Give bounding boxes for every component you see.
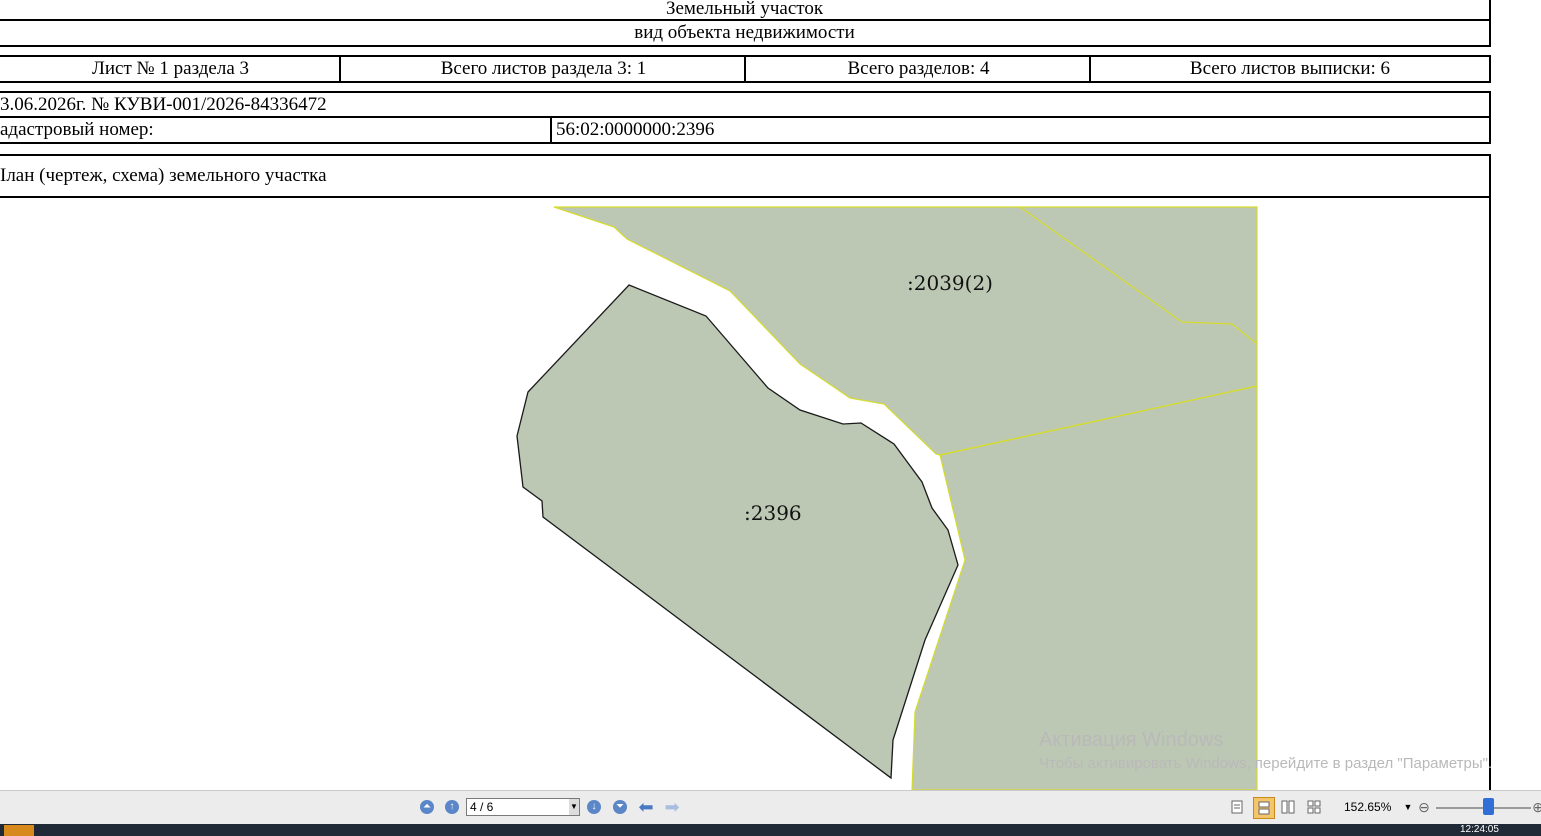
neighbor-parcel-label: :2039(2) [907,271,993,295]
forward-button[interactable]: ➡ [664,796,680,817]
sheet-info-row: Лист № 1 раздела 3 Всего листов раздела … [0,55,1491,83]
back-button[interactable]: ⬅ [638,796,654,817]
viewer-toolbar: ⏶ ↑ 4 / 6 ▼ ↓ ⏷ ⬅ ➡ 152.65% ▼ ⊖ ⊕ [0,790,1541,825]
arrow-down-icon: ↓ [587,800,601,814]
header-title-row: Земельный участок [0,0,1491,21]
zoom-out-icon: ⊖ [1418,798,1430,815]
total-sections: Всего разделов: 4 [847,58,990,79]
land-plot-map: :2039(2) :2396 [516,206,1258,790]
zoom-slider-thumb[interactable] [1483,798,1494,815]
first-page-icon: ⏶ [420,800,434,814]
zoom-level: 152.65% [1344,800,1392,814]
divider [550,118,552,142]
windows-taskbar: 12:24:05 [0,824,1541,836]
watermark-text: Чтобы активировать Windows, перейдите в … [1039,755,1493,772]
two-page-view-button[interactable] [1280,799,1296,815]
page-number-input[interactable]: 4 / 6 ▼ [466,798,580,816]
cadastral-label: адастровый номер: [0,119,154,140]
header-subtitle-row: вид объекта недвижимости [0,19,1491,47]
chevron-down-icon[interactable]: ▼ [569,799,579,815]
first-page-button[interactable]: ⏶ [419,799,435,815]
last-page-icon: ⏷ [613,800,627,814]
arrow-up-icon: ↑ [445,800,459,814]
zoom-out-button[interactable]: ⊖ [1416,799,1432,815]
total-sheets-section: Всего листов раздела 3: 1 [440,58,647,79]
cadastral-row: адастровый номер: 56:02:0000000:2396 [0,116,1491,144]
date-number-row: 3.06.2026г. № КУВИ-001/2026-84336472 [0,91,1491,118]
zoom-in-button[interactable]: ⊕ [1530,799,1541,815]
parcel-label: :2396 [744,501,802,525]
thumbnails-view-button[interactable] [1306,799,1322,815]
chevron-down-icon: ▼ [1403,802,1413,812]
windows-activation-watermark: Активация Windows Чтобы активировать Win… [1039,729,1492,772]
start-button[interactable] [4,825,34,836]
last-page-button[interactable]: ⏷ [612,799,628,815]
zoom-in-icon: ⊕ [1532,798,1541,815]
document-page: Земельный участок вид объекта недвижимос… [0,0,1541,790]
plan-title: Ілан (чертеж, схема) земельного участка [0,165,327,186]
grid-icon [1307,800,1321,814]
zoom-dropdown-button[interactable]: ▼ [1400,799,1416,815]
next-page-button[interactable]: ↓ [586,799,602,815]
plan-title-row: Ілан (чертеж, схема) земельного участка [0,154,1491,198]
arrow-right-icon: ➡ [664,796,680,817]
date-number: 3.06.2026г. № КУВИ-001/2026-84336472 [0,93,327,115]
continuous-page-icon [1258,801,1270,815]
object-type-title: Земельный участок [665,0,824,19]
single-page-icon [1231,800,1243,814]
prev-page-button[interactable]: ↑ [444,799,460,815]
two-page-icon [1281,800,1295,814]
arrow-left-icon: ⬅ [638,796,654,817]
taskbar-clock: 12:24:05 [1460,824,1499,835]
cadastral-value: 56:02:0000000:2396 [556,119,715,140]
sheet-number: Лист № 1 раздела 3 [91,58,250,79]
watermark-title: Активация Windows [1039,729,1224,751]
single-page-view-button[interactable] [1229,799,1245,815]
continuous-view-button[interactable] [1253,797,1275,819]
page-number-value: 4 / 6 [470,800,494,814]
total-sheets-extract: Всего листов выписки: 6 [1189,58,1391,79]
object-type-subtitle: вид объекта недвижимости [634,22,855,43]
